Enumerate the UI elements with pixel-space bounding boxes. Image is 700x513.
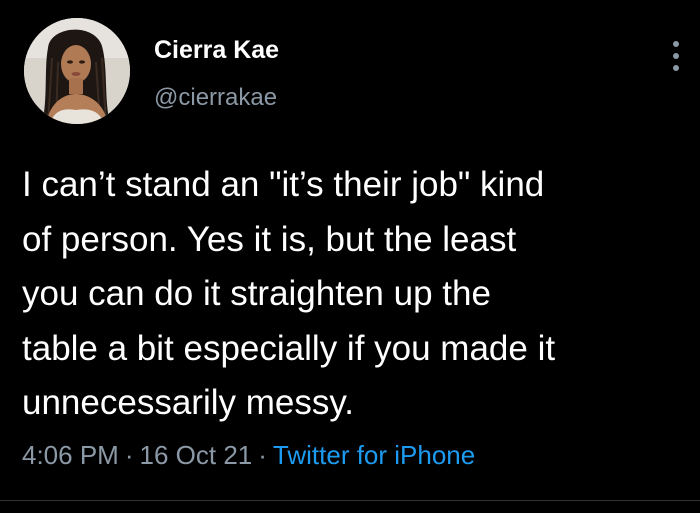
avatar-image bbox=[24, 18, 130, 124]
more-vertical-icon bbox=[673, 41, 679, 71]
tweet: Cierra Kae @cierrakae I can’t stand an "… bbox=[0, 0, 700, 513]
tweet-time[interactable]: 4:06 PM bbox=[22, 440, 119, 470]
display-name[interactable]: Cierra Kae bbox=[154, 36, 279, 65]
separator-dot: · bbox=[124, 440, 134, 470]
divider bbox=[0, 500, 700, 501]
tweet-metadata: 4:06 PM · 16 Oct 21 · Twitter for iPhone bbox=[22, 440, 475, 471]
user-handle[interactable]: @cierrakae bbox=[154, 84, 277, 112]
tweet-text: I can’t stand an "it’s their job" kind o… bbox=[22, 165, 556, 423]
separator-dot: · bbox=[258, 440, 267, 470]
more-options-button[interactable] bbox=[664, 34, 688, 78]
tweet-date[interactable]: 16 Oct 21 bbox=[140, 440, 253, 470]
tweet-source-link[interactable]: Twitter for iPhone bbox=[273, 440, 475, 470]
avatar[interactable] bbox=[24, 18, 130, 124]
